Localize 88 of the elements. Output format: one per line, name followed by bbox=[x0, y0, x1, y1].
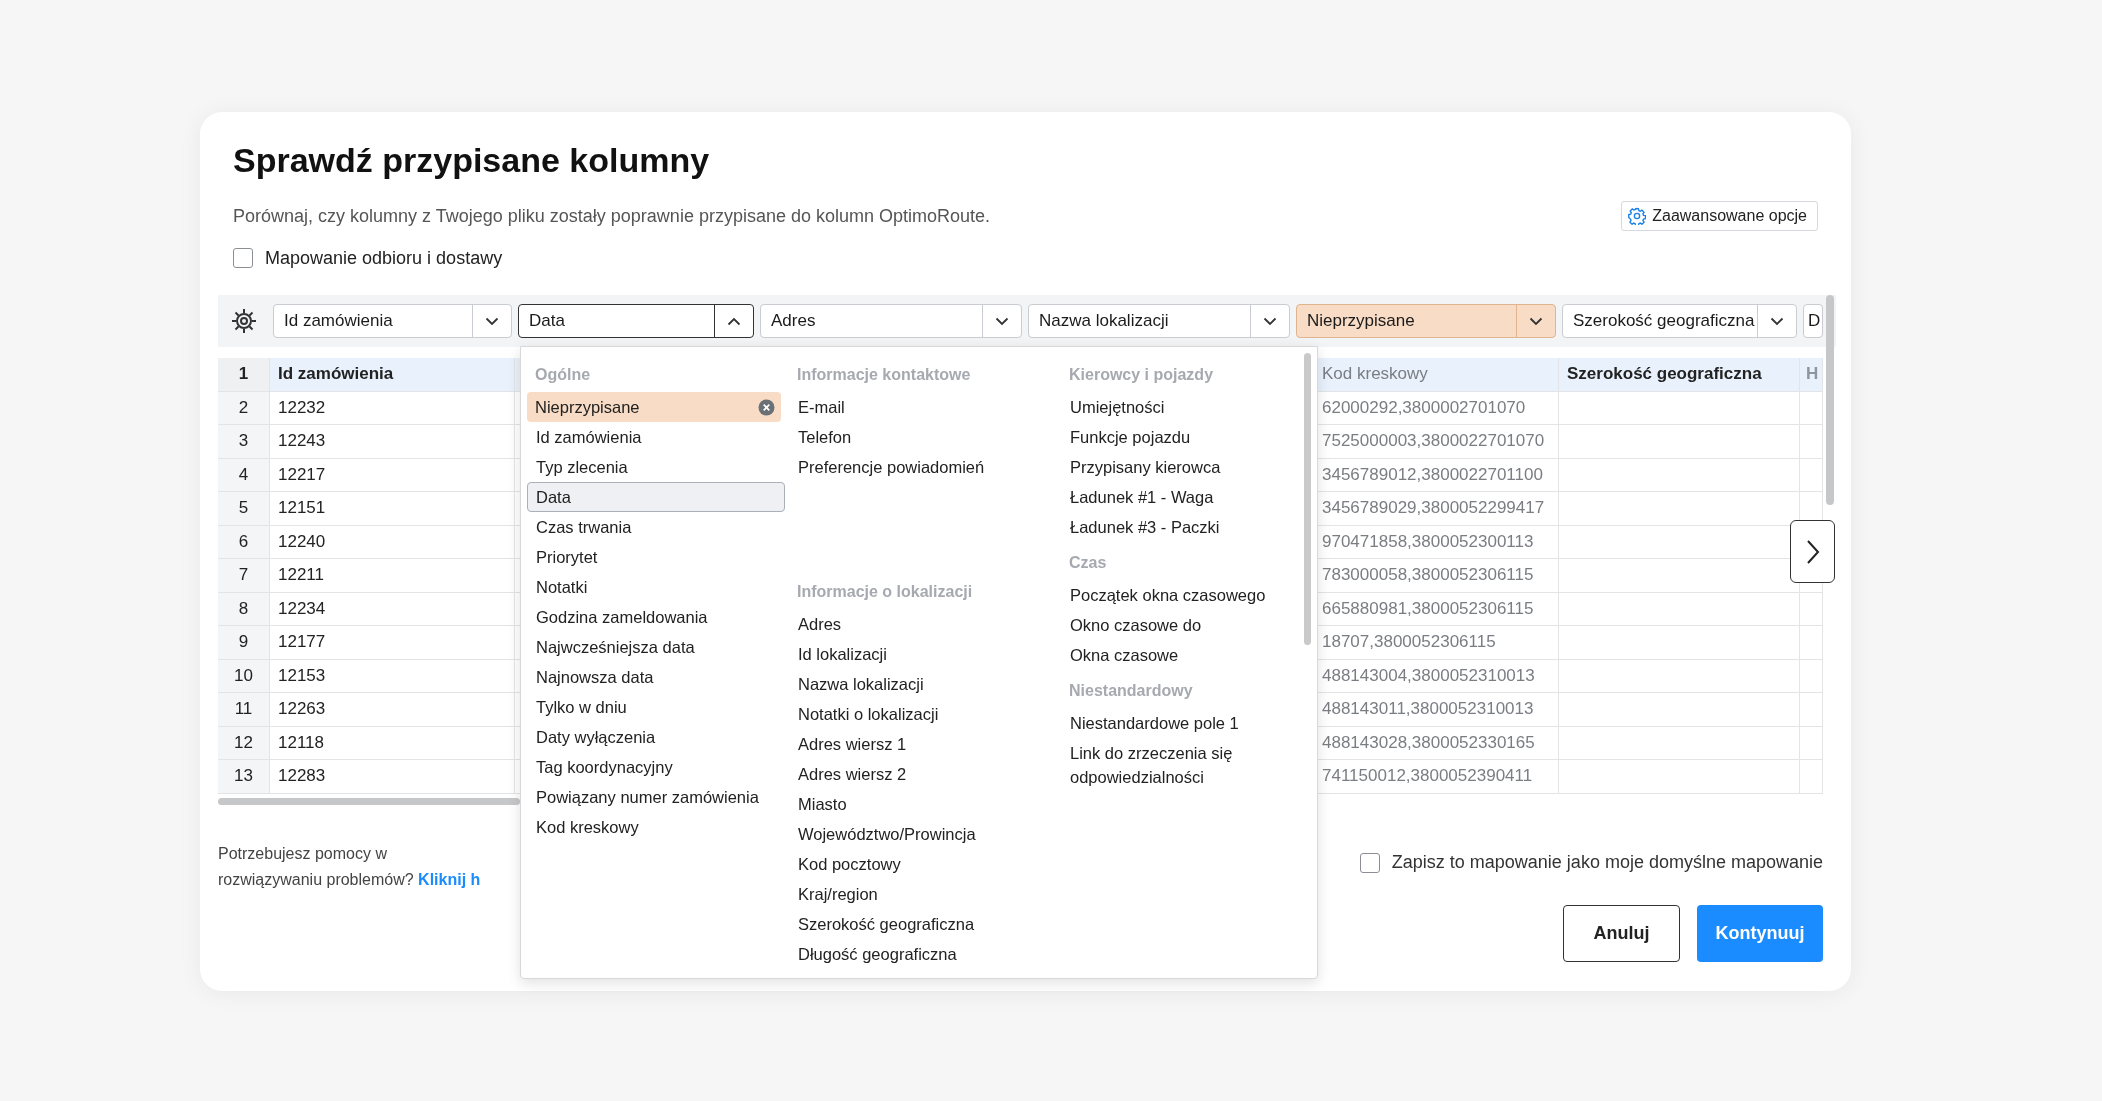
menu-option[interactable]: Adres bbox=[789, 609, 1057, 639]
table-cell: 12283 bbox=[270, 760, 515, 794]
menu-option[interactable]: Długość geograficzna bbox=[789, 939, 1057, 969]
menu-option[interactable]: Id zamówienia bbox=[527, 422, 785, 452]
menu-option[interactable]: Przypisany kierowca bbox=[1061, 452, 1289, 482]
menu-option[interactable]: Priorytet bbox=[527, 542, 785, 572]
menu-option[interactable]: Link do zrzeczenia się odpowiedzialności bbox=[1061, 738, 1289, 791]
cancel-button[interactable]: Anuluj bbox=[1563, 904, 1680, 962]
menu-option[interactable]: Kod pocztowy bbox=[789, 849, 1057, 879]
menu-option[interactable]: Najwcześniejsza data bbox=[527, 632, 785, 662]
row-number: 6 bbox=[218, 525, 270, 559]
column-header: Szerokość geograficzna bbox=[1559, 358, 1800, 392]
row-number: 13 bbox=[218, 760, 270, 794]
menu-option[interactable]: Województwo/Prowincja bbox=[789, 819, 1057, 849]
row-number: 9 bbox=[218, 626, 270, 660]
section-heading: Informacje kontaktowe bbox=[796, 365, 972, 385]
section-heading: Niestandardowy bbox=[1068, 681, 1194, 701]
column-select[interactable]: Data bbox=[518, 304, 754, 338]
menu-option[interactable]: Okno czasowe do bbox=[1061, 610, 1289, 640]
dialog-subtitle: Porównaj, czy kolumny z Twojego pliku zostały poprawnie przypisane do kolumn OptimoRoute. bbox=[233, 205, 991, 227]
menu-option[interactable]: Niestandardowe pole 1 bbox=[1061, 708, 1289, 738]
row-number: 1 bbox=[218, 358, 270, 392]
menu-option[interactable]: Najnowsza data bbox=[527, 662, 785, 692]
row-number: 2 bbox=[218, 391, 270, 425]
table-cell: 12217 bbox=[270, 458, 515, 492]
menu-option[interactable]: Tylko w dniu bbox=[527, 692, 785, 722]
table-cell: 12240 bbox=[270, 525, 515, 559]
menu-option[interactable]: Kraj/region bbox=[789, 879, 1057, 909]
column-select[interactable]: Adres bbox=[760, 304, 1022, 338]
menu-option[interactable]: Daty wyłączenia bbox=[527, 722, 785, 752]
table-cell: 12232 bbox=[270, 391, 515, 425]
menu-option[interactable]: Data bbox=[527, 482, 785, 512]
menu-option[interactable]: Okna czasowe bbox=[1061, 640, 1289, 670]
row-number: 4 bbox=[218, 458, 270, 492]
menu-option[interactable]: Typ zlecenia bbox=[527, 452, 785, 482]
checkbox-label: Mapowanie odbioru i dostawy bbox=[265, 247, 503, 269]
menu-option[interactable]: Godzina zameldowania bbox=[527, 602, 785, 632]
menu-option[interactable]: Id lokalizacji bbox=[789, 639, 1057, 669]
menu-option[interactable]: Notatki o lokalizacji bbox=[789, 699, 1057, 729]
table-cell: 12177 bbox=[270, 626, 515, 660]
menu-option[interactable]: Czas trwania bbox=[527, 512, 785, 542]
row-number: 8 bbox=[218, 592, 270, 626]
row-number: 12 bbox=[218, 726, 270, 760]
menu-option[interactable]: Kod kreskowy bbox=[527, 812, 785, 842]
menu-option[interactable]: Adres wiersz 1 bbox=[789, 729, 1057, 759]
menu-option[interactable]: Funkcje pojazdu bbox=[1061, 422, 1289, 452]
unassigned-option[interactable]: Nieprzypisane bbox=[527, 392, 781, 422]
advanced-options-button[interactable]: Zaawansowane opcje bbox=[1621, 201, 1818, 231]
menu-option[interactable]: Tag koordynacyjny bbox=[527, 752, 785, 782]
column-select[interactable]: Id zamówienia bbox=[273, 304, 512, 338]
table-cell: 12211 bbox=[270, 559, 515, 593]
menu-option[interactable]: Nazwa lokalizacji bbox=[789, 669, 1057, 699]
menu-option[interactable]: Telefon bbox=[789, 422, 1057, 452]
menu-option[interactable]: E-mail bbox=[789, 392, 1057, 422]
checkbox-label: Zapisz to mapowanie jako moje domyślne mapowanie bbox=[1391, 852, 1823, 873]
row-number: 10 bbox=[218, 659, 270, 693]
column-header: Id zamówienia bbox=[270, 358, 515, 392]
menu-option[interactable]: Miasto bbox=[789, 789, 1057, 819]
table-cell: 12153 bbox=[270, 659, 515, 693]
menu-option[interactable]: Ładunek #1 - Waga bbox=[1061, 482, 1289, 512]
menu-option[interactable]: Początek okna czasowego bbox=[1061, 580, 1289, 610]
row-number: 3 bbox=[218, 425, 270, 459]
menu-option[interactable]: Powiązany numer zamówienia bbox=[527, 782, 785, 812]
section-heading: Informacje o lokalizacji bbox=[796, 582, 974, 602]
section-heading: Czas bbox=[1068, 553, 1108, 573]
help-text: Potrzebujesz pomocy w rozwiązywaniu problemów? Kliknij h bbox=[218, 843, 482, 890]
row-number: 7 bbox=[218, 559, 270, 593]
row-number: 11 bbox=[218, 693, 270, 727]
column-select[interactable]: Szerokość geograficzna bbox=[1562, 304, 1797, 338]
table-cell: 12151 bbox=[270, 492, 515, 526]
section-heading: Ogólne bbox=[534, 365, 592, 385]
row-number: 5 bbox=[218, 492, 270, 526]
dialog-title: Sprawdź przypisane kolumny bbox=[233, 140, 711, 180]
column-header: H bbox=[1800, 358, 1823, 392]
table-cell: 12234 bbox=[270, 592, 515, 626]
menu-option[interactable]: Szerokość geograficzna bbox=[789, 909, 1057, 939]
menu-option[interactable]: Preferencje powiadomień bbox=[789, 452, 1057, 482]
menu-option[interactable]: Adres wiersz 2 bbox=[789, 759, 1057, 789]
menu-option[interactable]: Ładunek #3 - Paczki bbox=[1061, 512, 1289, 542]
column-select[interactable]: Nazwa lokalizacji bbox=[1028, 304, 1290, 338]
menu-option[interactable]: Notatki bbox=[527, 572, 785, 602]
table-cell: 12263 bbox=[270, 693, 515, 727]
menu-option[interactable]: Umiejętności bbox=[1061, 392, 1289, 422]
column-select[interactable]: D bbox=[1803, 304, 1823, 338]
table-cell: 12118 bbox=[270, 726, 515, 760]
column-select[interactable]: Nieprzypisane bbox=[1296, 304, 1556, 338]
section-heading: Kierowcy i pojazdy bbox=[1068, 365, 1215, 385]
table-cell: 12243 bbox=[270, 425, 515, 459]
